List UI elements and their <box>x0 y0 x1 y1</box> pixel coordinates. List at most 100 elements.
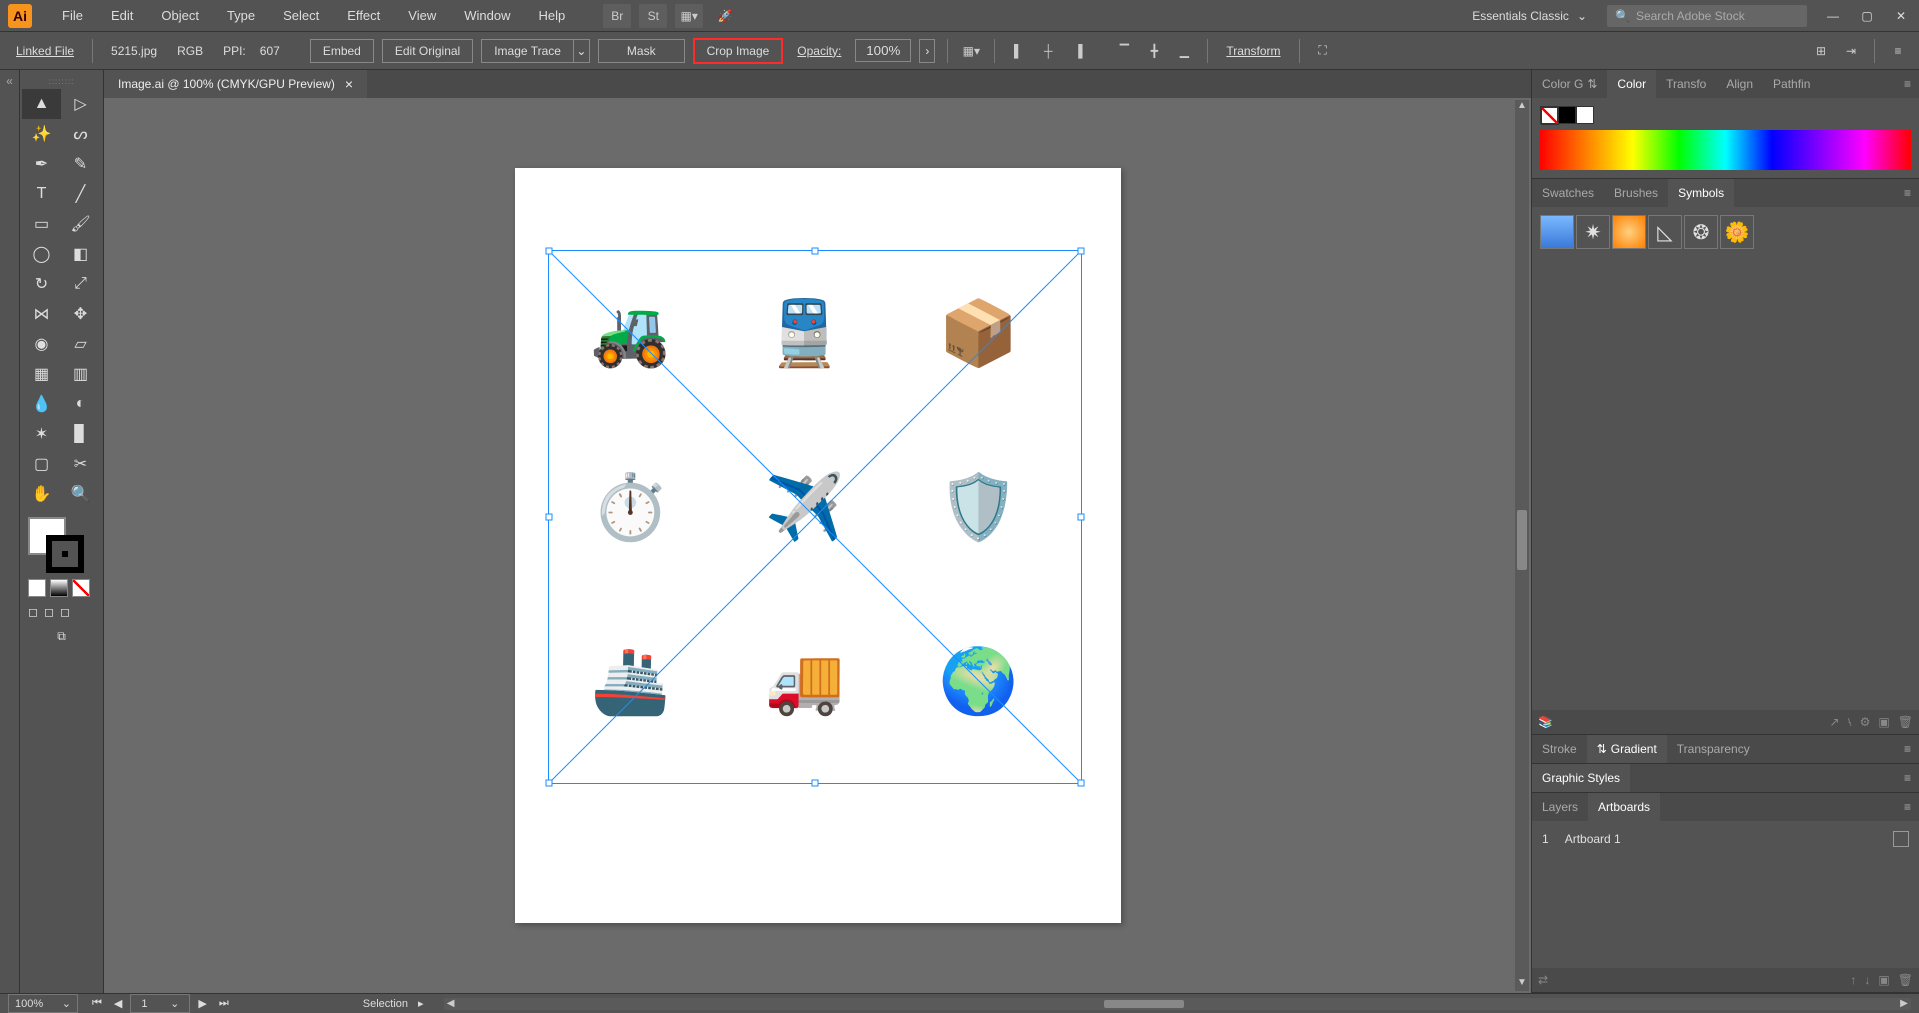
vertical-scroll-thumb[interactable] <box>1517 510 1527 570</box>
align-right-icon[interactable]: ▐ <box>1067 40 1089 62</box>
menu-type[interactable]: Type <box>213 2 269 29</box>
menu-file[interactable]: File <box>48 2 97 29</box>
tab-pathfinder[interactable]: Pathfin <box>1763 70 1820 98</box>
curvature-tool[interactable]: ✎ <box>61 149 100 179</box>
width-tool[interactable]: ⋈ <box>22 299 61 329</box>
scroll-left-arrow-icon[interactable]: ◀ <box>444 998 458 1010</box>
symbol-2[interactable]: ✷ <box>1576 215 1610 249</box>
align-bottom-icon[interactable]: ▁ <box>1173 40 1195 62</box>
stock-icon[interactable]: St <box>639 4 667 28</box>
image-trace-button[interactable]: Image Trace <box>481 39 574 63</box>
menu-window[interactable]: Window <box>450 2 524 29</box>
pen-tool[interactable]: ✒ <box>22 149 61 179</box>
search-stock-input[interactable]: 🔍 Search Adobe Stock <box>1607 5 1807 27</box>
opacity-field[interactable] <box>855 39 911 62</box>
arrange-docs-icon[interactable]: ▦▾ <box>675 4 703 28</box>
tab-transparency[interactable]: Transparency <box>1667 735 1760 763</box>
tab-layers[interactable]: Layers <box>1532 793 1588 821</box>
tab-symbols[interactable]: Symbols <box>1668 179 1734 207</box>
eraser-tool[interactable]: ◧ <box>61 239 100 269</box>
scroll-up-arrow-icon[interactable]: ▲ <box>1515 100 1529 114</box>
line-tool[interactable]: ╱ <box>61 179 100 209</box>
symbol-3[interactable] <box>1612 215 1646 249</box>
symbol-options-icon[interactable]: ⚙ <box>1860 715 1871 730</box>
mask-button[interactable]: Mask <box>598 39 685 63</box>
gradient-panel-menu-icon[interactable]: ≡ <box>1896 742 1919 756</box>
eyedropper-tool[interactable]: 💧 <box>22 389 61 419</box>
ctrl-extra-2-icon[interactable]: ⇥ <box>1840 40 1862 62</box>
isolate-icon[interactable]: ⛶ <box>1312 40 1334 62</box>
tab-artboards[interactable]: Artboards <box>1588 793 1660 821</box>
align-hcenter-icon[interactable]: ┼ <box>1037 40 1059 62</box>
crop-image-button[interactable]: Crop Image <box>693 38 784 64</box>
nav-prev-icon[interactable]: ◀ <box>110 997 126 1010</box>
hand-tool[interactable]: ✋ <box>22 479 61 509</box>
horizontal-scrollbar[interactable]: ◀ ▶ <box>444 998 1911 1010</box>
color-mode-swatch[interactable] <box>28 579 46 597</box>
scroll-down-arrow-icon[interactable]: ▼ <box>1515 977 1529 991</box>
rearrange-artboards-icon[interactable]: ⇄ <box>1538 973 1548 987</box>
menu-select[interactable]: Select <box>269 2 333 29</box>
shape-builder-tool[interactable]: ◉ <box>22 329 61 359</box>
document-tab[interactable]: Image.ai @ 100% (CMYK/GPU Preview) × <box>104 70 367 98</box>
symbol-4[interactable]: ◺ <box>1648 215 1682 249</box>
linked-file-label[interactable]: Linked File <box>10 44 80 58</box>
symbol-1[interactable] <box>1540 215 1574 249</box>
none-swatch-icon[interactable] <box>1540 106 1558 124</box>
zoom-dropdown[interactable]: 100% ⌄ <box>8 994 78 1013</box>
image-trace-dropdown[interactable]: ⌄ <box>574 39 590 63</box>
window-minimize-button[interactable]: — <box>1823 9 1843 23</box>
type-tool[interactable]: T <box>22 179 61 209</box>
shaper-tool[interactable]: ◯ <box>22 239 61 269</box>
transform-label[interactable]: Transform <box>1220 44 1286 58</box>
close-tab-icon[interactable]: × <box>345 76 353 92</box>
menu-edit[interactable]: Edit <box>97 2 147 29</box>
align-vcenter-icon[interactable]: ╋ <box>1143 40 1165 62</box>
symbols-panel-menu-icon[interactable]: ≡ <box>1896 186 1919 200</box>
artboard[interactable]: 🚜 🚆 📦 ⏱️ ✈️ 🛡️ 🚢 🚚 🌍 <box>515 168 1121 923</box>
opacity-label[interactable]: Opacity: <box>791 44 847 58</box>
delete-artboard-icon[interactable]: 🗑 <box>1898 973 1913 987</box>
perspective-tool[interactable]: ▱ <box>61 329 100 359</box>
move-artboard-up-icon[interactable]: ↑ <box>1850 973 1856 987</box>
artboard-tool[interactable]: ▢ <box>22 449 61 479</box>
tab-align[interactable]: Align <box>1716 70 1763 98</box>
mesh-tool[interactable]: ▦ <box>22 359 61 389</box>
tab-transform[interactable]: Transfo <box>1656 70 1716 98</box>
paintbrush-tool[interactable]: 🖌 <box>61 209 100 239</box>
menu-object[interactable]: Object <box>147 2 213 29</box>
move-artboard-down-icon[interactable]: ↓ <box>1864 973 1870 987</box>
handle-br[interactable] <box>1077 780 1084 787</box>
scale-tool[interactable]: ⤢ <box>61 269 100 299</box>
zoom-tool[interactable]: 🔍 <box>61 479 100 509</box>
selection-tool[interactable]: ▲ <box>22 89 61 119</box>
graphic-styles-panel-menu-icon[interactable]: ≡ <box>1896 771 1919 785</box>
fill-stroke-swatches[interactable] <box>22 515 101 575</box>
lasso-tool[interactable]: ᔕ <box>61 119 100 149</box>
opacity-dropdown[interactable]: › <box>919 39 935 63</box>
draw-behind-icon[interactable]: ◻ <box>44 605 54 619</box>
free-transform-tool[interactable]: ✥ <box>61 299 100 329</box>
screen-mode-button[interactable]: ⧉ <box>22 623 101 650</box>
toolbox-collapse-strip[interactable]: « <box>0 70 20 993</box>
delete-symbol-icon[interactable]: 🗑 <box>1898 715 1913 730</box>
white-swatch[interactable] <box>1576 106 1594 124</box>
workspace-switcher[interactable]: Essentials Classic ⌄ <box>1462 5 1597 27</box>
bridge-icon[interactable]: Br <box>603 4 631 28</box>
window-maximize-button[interactable]: ▢ <box>1857 9 1877 23</box>
slice-tool[interactable]: ✂ <box>61 449 100 479</box>
scroll-right-arrow-icon[interactable]: ▶ <box>1897 998 1911 1010</box>
handle-bl[interactable] <box>545 780 552 787</box>
gradient-tool[interactable]: ▥ <box>61 359 100 389</box>
embed-button[interactable]: Embed <box>310 39 374 63</box>
new-artboard-icon[interactable]: ▣ <box>1878 973 1889 987</box>
horizontal-scroll-thumb[interactable] <box>1104 1000 1184 1008</box>
artboard-orientation-icon[interactable] <box>1893 831 1909 847</box>
nav-next-icon[interactable]: ▶ <box>194 997 210 1010</box>
direct-selection-tool[interactable]: ▷ <box>61 89 100 119</box>
rectangle-tool[interactable]: ▭ <box>22 209 61 239</box>
place-symbol-icon[interactable]: ↗ <box>1830 715 1840 730</box>
draw-normal-icon[interactable]: ◻ <box>28 605 38 619</box>
magic-wand-tool[interactable]: ✨ <box>22 119 61 149</box>
draw-inside-icon[interactable]: ◻ <box>60 605 70 619</box>
